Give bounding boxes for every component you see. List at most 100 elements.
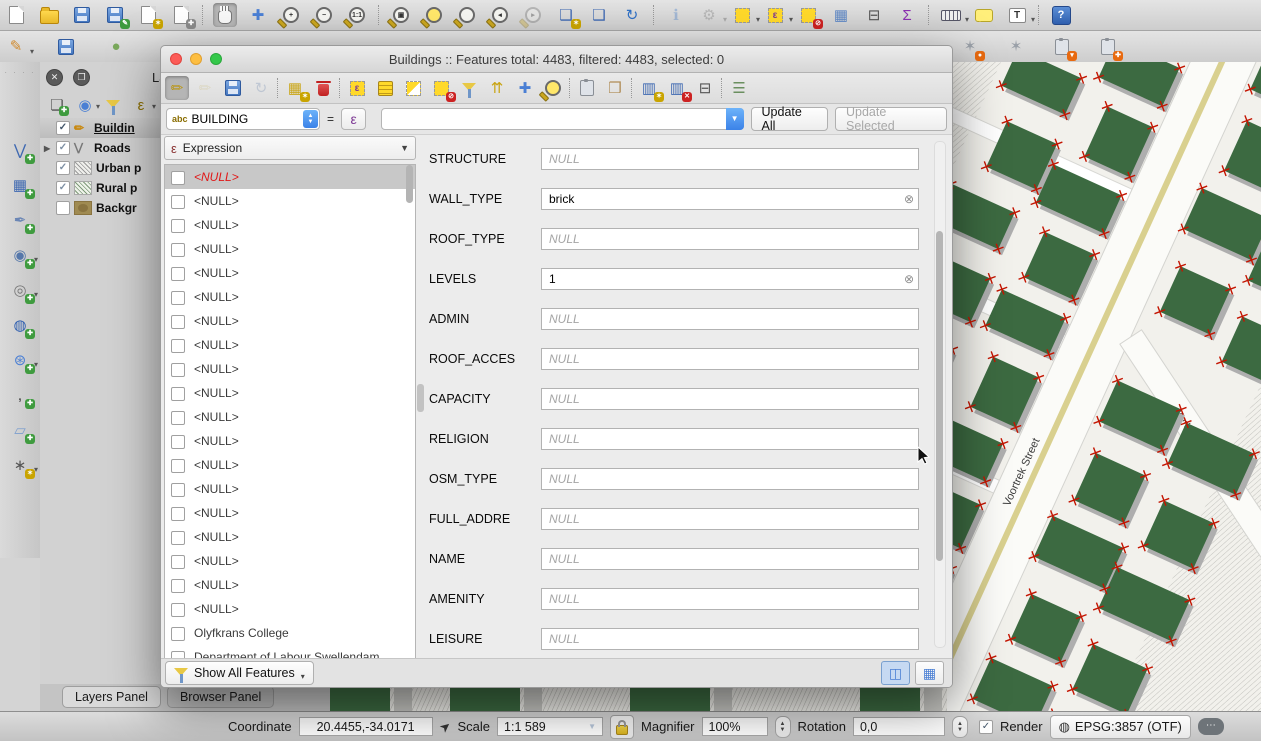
expand-icon[interactable]: ▶ (44, 144, 52, 153)
select-features-icon[interactable] (730, 3, 754, 27)
expression-dropdown-icon[interactable]: ▼ (726, 108, 744, 130)
value-list-item[interactable]: <NULL> (165, 405, 415, 429)
toggle-editing-icon[interactable]: ✏ (165, 76, 189, 100)
add-feature-icon[interactable]: ▦✶ (283, 76, 307, 100)
scale-lock-button[interactable] (610, 715, 634, 739)
filter-legend-icon[interactable] (104, 96, 122, 114)
form-view-button[interactable]: ◫ (881, 661, 910, 685)
value-list-item[interactable]: <NULL> (165, 549, 415, 573)
layer-item-urbanp[interactable]: ✓Urban p (40, 158, 163, 178)
manage-visibility-icon[interactable]: ◉ (76, 96, 94, 114)
value-list-item[interactable]: <NULL> (165, 165, 415, 189)
minimize-window-icon[interactable] (190, 53, 202, 65)
scale-combo[interactable]: 1:1 589 ▼ (497, 717, 603, 736)
add-db-layer-icon[interactable]: ◎✚ (8, 278, 32, 302)
magnifier-stepper[interactable]: ▲▼ (775, 716, 791, 738)
conditional-formatting-icon[interactable]: ☰ (727, 76, 751, 100)
value-list-item[interactable]: <NULL> (165, 285, 415, 309)
crs-button[interactable]: ◍ EPSG:3857 (OTF) (1050, 715, 1191, 739)
show-all-features-button[interactable]: Show All Features ▾ (165, 661, 314, 685)
open-project-icon[interactable] (37, 3, 61, 27)
value-checkbox[interactable] (171, 291, 185, 305)
filter-by-expression-icon[interactable]: ε (132, 96, 150, 114)
splitter-handle[interactable] (417, 384, 424, 412)
value-list-item[interactable]: <NULL> (165, 597, 415, 621)
field-input-religion[interactable]: NULL (541, 428, 919, 450)
copy-features-icon[interactable] (575, 76, 599, 100)
filter-select-icon[interactable] (457, 76, 481, 100)
clear-value-icon[interactable]: ⊗ (904, 192, 914, 206)
field-input-roof_acces[interactable]: NULL (541, 348, 919, 370)
zoom-next-icon[interactable]: ▸ (521, 3, 545, 27)
map-canvas[interactable]: Kerk StreetVoortrek Street (947, 62, 1261, 712)
field-input-admin[interactable]: NULL (541, 308, 919, 330)
layer-item-ruralp[interactable]: ✓Rural p (40, 178, 163, 198)
deselect-all-icon[interactable]: ⊘ (429, 76, 453, 100)
value-checkbox[interactable] (171, 459, 185, 473)
paste-features-icon[interactable]: ❒ (603, 76, 627, 100)
field-input-levels[interactable]: 1⊗ (541, 268, 919, 290)
value-checkbox[interactable] (171, 531, 185, 545)
value-checkbox[interactable] (171, 195, 185, 209)
value-checkbox[interactable] (171, 507, 185, 521)
book-download-icon[interactable]: ▾ (1050, 35, 1074, 59)
map-canvas-bottom[interactable] (300, 686, 947, 712)
value-list-header[interactable]: ε Expression ▼ (164, 136, 416, 160)
magnifier-input[interactable]: 100% (702, 717, 768, 736)
form-scrollbar-thumb[interactable] (936, 231, 943, 561)
delete-field-icon[interactable]: ▥✕ (665, 76, 689, 100)
value-checkbox[interactable] (171, 555, 185, 569)
value-list-item[interactable]: <NULL> (165, 357, 415, 381)
refresh-icon[interactable]: ↻ (620, 3, 644, 27)
zoom-to-selection-icon[interactable] (422, 3, 446, 27)
identify-features-icon[interactable]: ℹ (664, 3, 688, 27)
field-calculator-icon[interactable]: ⊟ (693, 76, 717, 100)
layer-visibility-checkbox[interactable] (56, 201, 70, 215)
add-postgis-layer-icon[interactable]: ◉✚ (8, 243, 32, 267)
zoom-to-selected-icon[interactable] (541, 76, 565, 100)
open-attribute-table-icon[interactable]: ▦ (829, 3, 853, 27)
plugin-tool-icon[interactable]: ● (104, 35, 128, 59)
value-list-item[interactable]: <NULL> (165, 213, 415, 237)
value-checkbox[interactable] (171, 627, 185, 641)
value-checkbox[interactable] (171, 411, 185, 425)
add-wms-layer-icon[interactable]: ◍✚ (8, 313, 32, 337)
layer-visibility-checkbox[interactable]: ✓ (56, 121, 70, 135)
value-checkbox[interactable] (171, 579, 185, 593)
value-checkbox[interactable] (171, 363, 185, 377)
save-project-icon[interactable] (70, 3, 94, 27)
statistical-summary-icon[interactable]: Σ (895, 3, 919, 27)
field-input-full_addre[interactable]: NULL (541, 508, 919, 530)
value-checkbox[interactable] (171, 339, 185, 353)
rotation-input[interactable]: 0,0 (853, 717, 945, 736)
coordinate-input[interactable]: 20.4455,-34.0171 (299, 717, 433, 736)
close-window-icon[interactable] (170, 53, 182, 65)
zoom-last-icon[interactable]: ◂ (488, 3, 512, 27)
dialog-title-bar[interactable]: Buildings :: Features total: 4483, filte… (161, 46, 952, 73)
pan-to-selection-icon[interactable]: ✚ (246, 3, 270, 27)
value-checkbox[interactable] (171, 171, 185, 185)
pan-map-icon[interactable] (213, 3, 237, 27)
value-list-item[interactable]: <NULL> (165, 525, 415, 549)
save-layer-edits-icon[interactable] (54, 35, 78, 59)
save-project-as-icon[interactable]: ✎ (103, 3, 127, 27)
update-selected-button[interactable]: Update Selected (835, 107, 947, 131)
wand-tool-a-icon[interactable]: ✶● (958, 35, 982, 59)
layer-item-buildin[interactable]: ✓✏Buildin (40, 118, 163, 138)
value-list-scrollbar[interactable] (406, 165, 413, 203)
field-input-leisure[interactable]: NULL (541, 628, 919, 650)
value-list-item[interactable]: <NULL> (165, 309, 415, 333)
save-edits-icon[interactable] (221, 76, 245, 100)
expression-builder-button[interactable]: ε (341, 108, 366, 130)
value-checkbox[interactable] (171, 315, 185, 329)
composer-manager-icon[interactable]: ✚ (169, 3, 193, 27)
current-edits-icon[interactable]: ✎ (4, 35, 28, 59)
add-virtual-layer-icon[interactable]: ∗✶ (8, 453, 32, 477)
value-list-item[interactable]: <NULL> (165, 453, 415, 477)
close-panel-icon[interactable]: ✕ (46, 69, 63, 86)
value-list-item[interactable]: <NULL> (165, 333, 415, 357)
value-list-item[interactable]: <NULL> (165, 237, 415, 261)
field-input-osm_type[interactable]: NULL (541, 468, 919, 490)
expression-input[interactable]: ▼ (381, 108, 743, 130)
layer-item-roads[interactable]: ▶✓⋁Roads (40, 138, 163, 158)
